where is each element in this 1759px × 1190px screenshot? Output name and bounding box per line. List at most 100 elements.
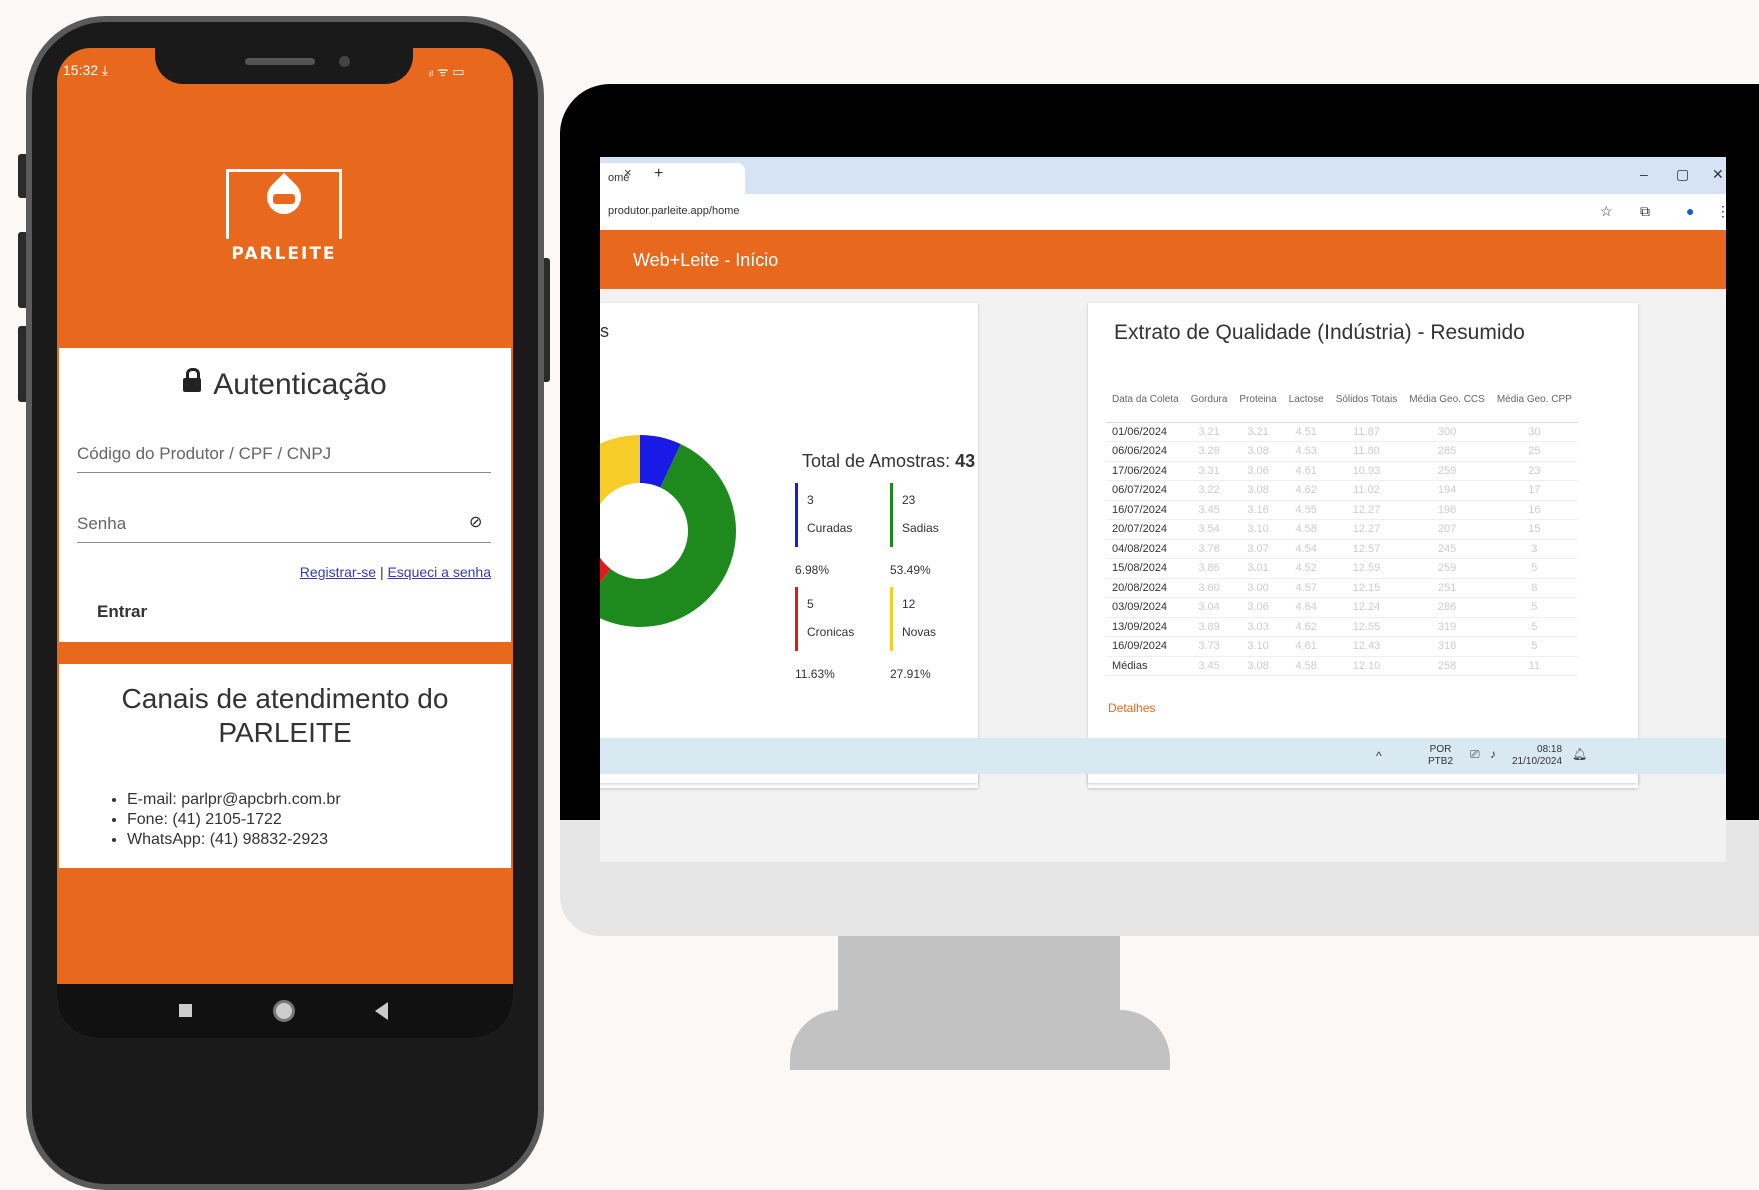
back-icon[interactable] (375, 1002, 388, 1020)
table-cell: 8 (1490, 578, 1578, 598)
table-cell: 23 (1490, 461, 1578, 481)
table-cell: 4.64 (1282, 597, 1330, 618)
table-cell: 4.54 (1282, 539, 1330, 559)
table-header-cell: Média Geo. CCS (1403, 378, 1491, 423)
table-cell: 12.55 (1329, 617, 1404, 637)
table-cell: 3.73 (1184, 636, 1234, 657)
home-icon[interactable] (273, 1000, 295, 1022)
donut-slice-novas[interactable] (600, 435, 640, 548)
table-cell: 259 (1403, 461, 1491, 481)
donut-chart (600, 435, 736, 627)
table-cell: 3.21 (1233, 422, 1283, 442)
address-bar: produtor.parleite.app/home ☆ ⧉ ● ⋮ (600, 194, 1726, 230)
table-date-cell: 06/06/2024 (1106, 441, 1185, 462)
table-cell: 11.87 (1329, 422, 1404, 442)
app-header: Web+Leite - Início (600, 230, 1726, 289)
network-icon[interactable]: ⎚ (1470, 748, 1480, 760)
legend-pct: 27.91% (890, 667, 931, 681)
table-date-cell: 13/09/2024 (1106, 617, 1185, 637)
status-time: 15:32 ⤓ (63, 62, 109, 78)
table-cell: 3.08 (1233, 480, 1283, 501)
clock[interactable]: 08:18 21/10/2024 (1512, 744, 1562, 768)
legend-label: Sadias (902, 521, 939, 535)
table-cell: 3.45 (1184, 500, 1234, 520)
clock-time: 08:18 (1537, 744, 1563, 755)
legend-label: Curadas (807, 521, 853, 535)
table-header-cell: Gordura (1184, 378, 1234, 423)
table-date-cell: 03/09/2024 (1106, 597, 1185, 618)
table-cell: 3.86 (1184, 558, 1234, 579)
table-cell: 259 (1403, 558, 1491, 579)
table-cell: 4.62 (1282, 480, 1330, 501)
table-cell: 3.16 (1233, 500, 1283, 520)
table-date-cell: 01/06/2024 (1106, 422, 1185, 442)
table-cell: 286 (1403, 597, 1491, 618)
quality-table: Data da Coleta Gordura Proteina Lactose Sóli… (1106, 378, 1578, 676)
legend-pct: 53.49% (890, 563, 931, 577)
eye-off-icon[interactable]: ⊘ (469, 512, 482, 532)
total-samples: Total de Amostras: 43 (802, 451, 975, 472)
notification-bell-icon[interactable]: 🔔︎ (1572, 748, 1587, 760)
login-button[interactable]: Entrar (97, 602, 147, 622)
table-cell: 5 (1490, 617, 1578, 637)
language-indicator[interactable]: POR PTB2 (1428, 744, 1453, 768)
table-date-cell: 20/08/2024 (1106, 578, 1185, 598)
table-cell: 318 (1403, 636, 1491, 657)
table-cell: 251 (1403, 578, 1491, 598)
legend-count: 12 (902, 597, 916, 611)
table-cell: 3.89 (1184, 617, 1234, 637)
table-cell: 285 (1403, 441, 1491, 462)
bookmark-star-icon[interactable]: ☆ (1600, 203, 1613, 220)
table-cell: 319 (1403, 617, 1491, 637)
table-cell: 3.21 (1184, 422, 1234, 442)
volume-icon[interactable]: ♪ (1490, 748, 1496, 760)
profile-icon[interactable]: ● (1686, 203, 1694, 219)
url-input[interactable]: produtor.parleite.app/home (608, 205, 739, 217)
password-input[interactable] (77, 514, 491, 543)
table-row: 20/07/2024 3.54 3.10 4.58 12.27 207 15 (1106, 519, 1578, 540)
table-cell: 3.45 (1184, 656, 1234, 676)
table-row: 01/06/2024 3.21 3.21 4.51 11.87 300 30 (1106, 422, 1578, 442)
table-header-cell: Proteina (1233, 378, 1283, 423)
browser-tabbar: ome × + – ▢ ✕ (600, 157, 1726, 194)
table-row: 04/08/2024 3.76 3.07 4.54 12.57 245 3 (1106, 539, 1578, 559)
minimize-icon[interactable]: – (1640, 166, 1648, 182)
table-cell: 12.27 (1329, 500, 1404, 520)
forgot-password-link[interactable]: Esqueci a senha (387, 564, 491, 580)
table-row: 03/09/2024 3.04 3.06 4.64 12.24 286 5 (1106, 597, 1578, 618)
browser-tab[interactable]: ome (600, 163, 745, 194)
extensions-icon[interactable]: ⧉ (1640, 203, 1650, 220)
register-link[interactable]: Registrar-se (300, 564, 376, 580)
table-cell: 15 (1490, 519, 1578, 540)
details-link[interactable]: Detalhes (1108, 701, 1155, 715)
table-cell: 11 (1490, 656, 1578, 676)
menu-kebab-icon[interactable]: ⋮ (1716, 203, 1726, 220)
table-cell: 3.04 (1184, 597, 1234, 618)
table-row: 16/07/2024 3.45 3.16 4.55 12.27 198 16 (1106, 500, 1578, 520)
restore-icon[interactable]: ▢ (1676, 166, 1689, 183)
speaker (245, 58, 315, 65)
table-header-cell: Média Geo. CPP (1490, 378, 1578, 423)
table-cell: 300 (1403, 422, 1491, 442)
table-row: 06/06/2024 3.28 3.08 4.53 11.80 285 25 (1106, 441, 1578, 462)
tray-chevron-icon[interactable]: ^ (1376, 750, 1382, 762)
producer-code-input[interactable] (77, 444, 491, 473)
app-title: Web+Leite - Início (633, 250, 779, 270)
close-window-icon[interactable]: ✕ (1712, 166, 1724, 183)
table-cell: 4.52 (1282, 558, 1330, 579)
legend-bar (795, 587, 798, 651)
table-header-cell: Data da Coleta (1106, 378, 1185, 423)
front-camera (339, 56, 350, 67)
table-cell: 3.10 (1233, 519, 1283, 540)
tab-close-icon[interactable]: × (624, 165, 632, 180)
legend-bar (795, 483, 798, 547)
table-cell: 3.10 (1233, 636, 1283, 657)
table-cell: 17 (1490, 480, 1578, 501)
monitor-stand-base (790, 1010, 1170, 1070)
recent-apps-icon[interactable] (179, 1004, 192, 1017)
legend-bar (890, 483, 893, 547)
phone-notch (155, 48, 413, 84)
table-cell: 4.61 (1282, 636, 1330, 657)
table-row: 16/09/2024 3.73 3.10 4.61 12.43 318 5 (1106, 636, 1578, 657)
new-tab-icon[interactable]: + (654, 165, 663, 183)
